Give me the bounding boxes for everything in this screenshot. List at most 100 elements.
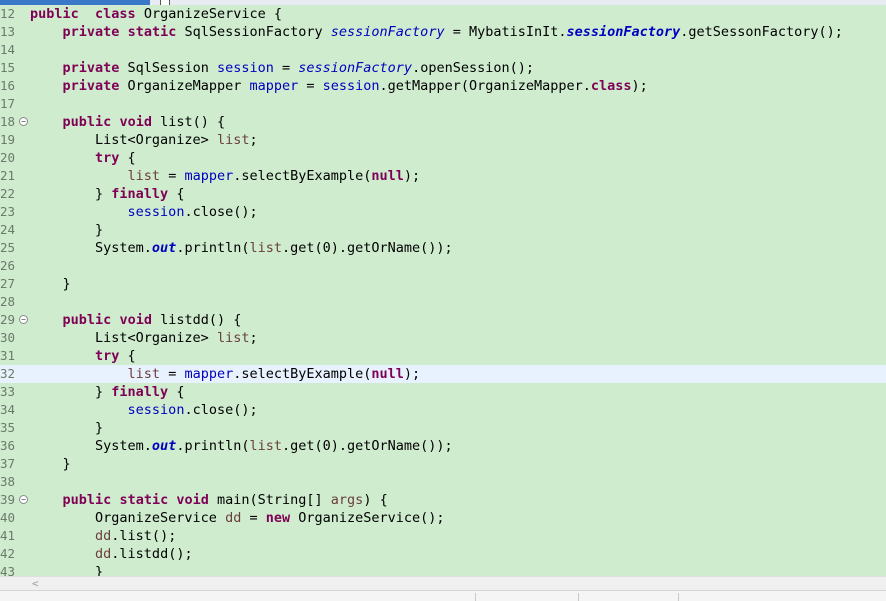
code-text[interactable]: OrganizeService dd = new OrganizeService… <box>30 509 445 527</box>
code-line[interactable]: 31 try { <box>0 347 886 365</box>
code-line[interactable]: 22 } finally { <box>0 185 886 203</box>
code-line[interactable]: 24 } <box>0 221 886 239</box>
code-text[interactable]: } <box>30 455 71 473</box>
line-number: 32 <box>0 366 16 381</box>
code-token: public <box>62 492 112 508</box>
code-token: .list(); <box>111 528 177 544</box>
code-text[interactable]: try { <box>30 149 136 167</box>
code-line[interactable]: 41 dd.list(); <box>0 527 886 545</box>
code-line[interactable]: 16 private OrganizeMapper mapper = sessi… <box>0 77 886 95</box>
code-line[interactable]: 27 } <box>0 275 886 293</box>
code-text[interactable]: List<Organize> list; <box>30 131 258 149</box>
code-token: list <box>249 240 282 256</box>
scroll-left-arrow-icon[interactable]: < <box>32 577 39 591</box>
code-line[interactable]: 15 private SqlSession session = sessionF… <box>0 59 886 77</box>
code-line[interactable]: 18− public void list() { <box>0 113 886 131</box>
code-text[interactable]: System.out.println(list.get(0).getOrName… <box>30 239 453 257</box>
code-text[interactable]: public static void main(String[] args) { <box>30 491 388 509</box>
code-line[interactable]: 38 <box>0 473 886 491</box>
code-line[interactable]: 19 List<Organize> list; <box>0 131 886 149</box>
code-token: private <box>62 24 120 40</box>
code-text[interactable]: private OrganizeMapper mapper = session.… <box>30 77 648 95</box>
code-text[interactable]: dd.list(); <box>30 527 176 545</box>
code-token: session <box>322 78 380 94</box>
code-token: main(String[] <box>208 492 331 508</box>
fold-toggle-icon[interactable]: − <box>19 495 28 504</box>
code-text[interactable]: } finally { <box>30 185 184 203</box>
code-line[interactable]: 29− public void listdd() { <box>0 311 886 329</box>
horizontal-scrollbar[interactable]: < <box>0 576 886 591</box>
code-text[interactable]: try { <box>30 347 136 365</box>
code-token: private <box>62 78 120 94</box>
line-number: 29 <box>0 312 16 327</box>
code-line[interactable]: 25 System.out.println(list.get(0).getOrN… <box>0 239 886 257</box>
code-text[interactable]: System.out.println(list.get(0).getOrName… <box>30 437 453 455</box>
code-token: mapper <box>184 366 234 382</box>
code-text[interactable]: public void list() { <box>30 113 226 131</box>
code-text[interactable]: } <box>30 563 103 576</box>
code-token: .openSession(); <box>412 60 534 76</box>
code-line[interactable]: 42 dd.listdd(); <box>0 545 886 563</box>
code-token: sessionFactory <box>566 24 681 40</box>
code-line[interactable]: 12 public class OrganizeService { <box>0 5 886 23</box>
code-line[interactable]: 28 <box>0 293 886 311</box>
code-token: ; <box>249 132 258 148</box>
code-token: { <box>168 186 185 202</box>
code-line[interactable]: 34 session.close(); <box>0 401 886 419</box>
code-editor[interactable]: 12 public class OrganizeService {13 priva… <box>0 5 886 576</box>
code-token: ) { <box>363 492 388 508</box>
code-text[interactable]: } finally { <box>30 383 184 401</box>
code-text[interactable]: session.close(); <box>30 203 258 221</box>
code-text[interactable]: List<Organize> list; <box>30 329 258 347</box>
code-line[interactable]: 40 OrganizeService dd = new OrganizeServ… <box>0 509 886 527</box>
code-line[interactable]: 35 } <box>0 419 886 437</box>
code-token: System. <box>30 438 152 454</box>
line-number: 14 <box>0 42 16 57</box>
code-line[interactable]: 43 } <box>0 563 886 576</box>
fold-toggle-icon[interactable]: − <box>19 117 28 126</box>
code-token: session <box>216 60 274 76</box>
code-line[interactable]: 21 list = mapper.selectByExample(null); <box>0 167 886 185</box>
code-line[interactable]: 17 <box>0 95 886 113</box>
code-line[interactable]: 30 List<Organize> list; <box>0 329 886 347</box>
code-text[interactable]: private static SqlSessionFactory session… <box>30 23 843 41</box>
code-line[interactable]: 33 } finally { <box>0 383 886 401</box>
code-text[interactable]: } <box>30 419 103 437</box>
code-token: .println( <box>176 240 250 256</box>
fold-toggle-icon[interactable]: − <box>19 315 28 324</box>
code-line[interactable]: 39− public static void main(String[] arg… <box>0 491 886 509</box>
code-token: OrganizeService(); <box>290 510 445 526</box>
line-number: 12 <box>0 6 16 21</box>
code-line[interactable]: 14 <box>0 41 886 59</box>
code-text[interactable]: } <box>30 221 103 239</box>
code-text[interactable]: private SqlSession session = sessionFact… <box>30 59 534 77</box>
line-number: 27 <box>0 276 16 291</box>
current-code-line[interactable]: 32 list = mapper.selectByExample(null); <box>0 365 886 383</box>
code-line[interactable]: 26 <box>0 257 886 275</box>
code-text[interactable]: list = mapper.selectByExample(null); <box>30 167 421 185</box>
code-token: list <box>127 168 161 184</box>
code-line[interactable]: 36 System.out.println(list.get(0).getOrN… <box>0 437 886 455</box>
code-token: public <box>62 114 112 130</box>
line-number: 30 <box>0 330 16 345</box>
code-line[interactable]: 23 session.close(); <box>0 203 886 221</box>
code-token: mapper <box>184 168 234 184</box>
code-text[interactable]: session.close(); <box>30 401 258 419</box>
code-text[interactable]: list = mapper.selectByExample(null); <box>30 365 421 383</box>
code-token: class <box>590 78 632 94</box>
code-line[interactable]: 37 } <box>0 455 886 473</box>
code-token: finally <box>111 186 169 202</box>
code-token: OrganizeService { <box>135 6 282 22</box>
code-text[interactable]: } <box>30 275 71 293</box>
code-line[interactable]: 20 try { <box>0 149 886 167</box>
code-text[interactable]: public void listdd() { <box>30 311 242 329</box>
code-text[interactable]: dd.listdd(); <box>30 545 193 563</box>
code-text[interactable]: public class OrganizeService { <box>30 5 282 23</box>
code-token: void <box>119 114 152 130</box>
line-number: 18 <box>0 114 16 129</box>
code-line[interactable]: 13 private static SqlSessionFactory sess… <box>0 23 886 41</box>
code-token: = <box>160 366 185 382</box>
code-token: session <box>127 402 185 418</box>
line-number: 38 <box>0 474 16 489</box>
